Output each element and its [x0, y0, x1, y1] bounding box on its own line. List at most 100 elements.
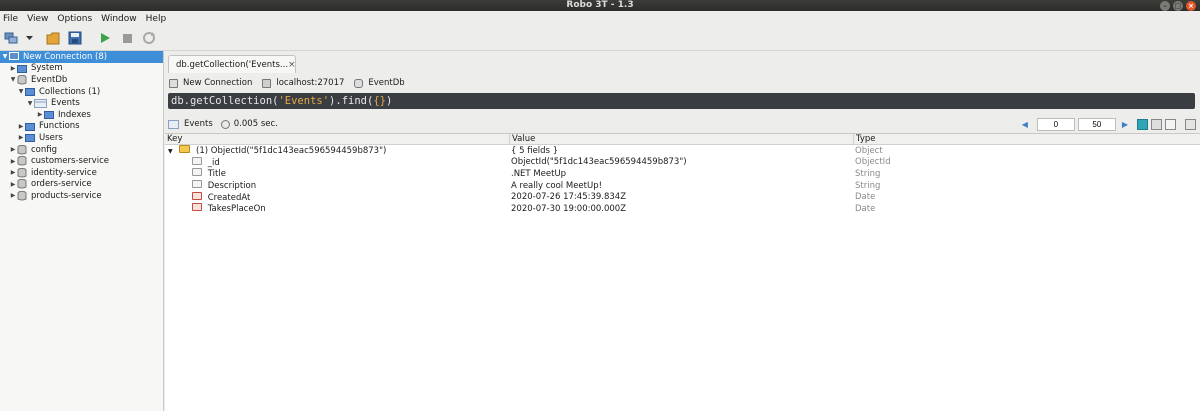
tree-item-events[interactable]: ▼ Events	[0, 97, 163, 109]
row-value: ObjectId("5f1dc143eac596594459b873")	[511, 157, 687, 168]
row-value: .NET MeetUp	[511, 168, 567, 179]
tree-item-eventdb[interactable]: ▼ EventDb	[0, 74, 163, 86]
tree-item-label: products-service	[31, 190, 102, 201]
expand-arrow-icon[interactable]: ▶	[9, 181, 17, 188]
collapse-arrow-icon[interactable]: ▼	[26, 100, 34, 107]
minimize-button[interactable]: –	[1160, 0, 1170, 11]
result-time: 0.005 sec.	[233, 119, 278, 129]
tree-item-label: Functions	[39, 121, 80, 132]
tab-bar: db.getCollection('Events... ×	[165, 51, 1200, 73]
host-info: localhost:27017	[262, 78, 344, 88]
tree-item-customers-service[interactable]: ▶ customers-service	[0, 155, 163, 167]
query-workspace: db.getCollection('Events... × New Connec…	[165, 51, 1200, 411]
result-row[interactable]: Description A really cool MeetUp! String	[165, 180, 1200, 192]
collapse-arrow-icon[interactable]: ▼	[9, 76, 17, 83]
menu-options[interactable]: Options	[57, 14, 92, 24]
row-key: Title	[207, 169, 226, 180]
folder-icon	[25, 133, 35, 143]
rotate-icon[interactable]	[141, 30, 157, 46]
row-value: 2020-07-30 19:00:00.000Z	[511, 203, 627, 214]
folder-icon	[17, 64, 27, 73]
result-row[interactable]: ▼ (1) ObjectId("5f1dc143eac596594459b873…	[165, 145, 1200, 157]
database-icon	[17, 144, 27, 155]
collapse-arrow-icon[interactable]: ▼	[168, 148, 173, 155]
close-tab-icon[interactable]: ×	[288, 60, 296, 70]
database-icon	[17, 179, 27, 189]
query-tab[interactable]: db.getCollection('Events... ×	[168, 55, 296, 73]
page-prev-icon[interactable]: ◀	[1022, 120, 1028, 129]
connection-icon	[169, 78, 178, 88]
expand-arrow-icon[interactable]: ▶	[17, 134, 25, 141]
id-icon	[192, 156, 202, 165]
row-type: Object	[855, 145, 883, 156]
row-value: 2020-07-26 17:45:39.834Z	[511, 192, 627, 203]
tree-item-system[interactable]: ▶ System	[0, 63, 163, 75]
expand-arrow-icon[interactable]: ▶	[9, 146, 17, 153]
toolbar	[0, 26, 1200, 51]
result-row[interactable]: _id ObjectId("5f1dc143eac596594459b873")…	[165, 156, 1200, 169]
menu-window[interactable]: Window	[101, 14, 137, 24]
tree-view-button[interactable]	[1137, 118, 1148, 130]
row-value: A really cool MeetUp!	[511, 180, 603, 191]
connect-icon[interactable]	[3, 30, 19, 46]
tree-item-label: Collections (1)	[39, 86, 101, 97]
expand-arrow-icon[interactable]: ▶	[9, 158, 17, 165]
tree-item-new-connection[interactable]: ▼ New Connection (8)	[0, 51, 163, 63]
tree-item-identity-service[interactable]: ▶ identity-service	[0, 167, 163, 179]
collapse-arrow-icon[interactable]: ▼	[1, 53, 9, 60]
expand-arrow-icon[interactable]: ▶	[9, 65, 17, 72]
collection-icon	[34, 98, 47, 108]
folder-icon	[25, 87, 35, 97]
page-next-icon[interactable]: ▶	[1122, 120, 1128, 129]
row-key: _id	[207, 157, 220, 168]
collapse-arrow-icon[interactable]: ▼	[17, 88, 25, 95]
close-window-button[interactable]: ×	[1186, 0, 1196, 11]
query-prefix: db.getCollection(	[171, 95, 279, 107]
text-view-button[interactable]	[1165, 118, 1176, 130]
column-header-key[interactable]: Key	[165, 134, 510, 144]
expand-arrow-icon[interactable]: ▶	[17, 123, 25, 130]
tree-item-products-service[interactable]: ▶ products-service	[0, 190, 163, 202]
query-collection-arg: 'Events'	[278, 95, 330, 107]
expand-arrow-icon[interactable]: ▶	[36, 111, 44, 118]
tree-item-label: Indexes	[58, 109, 91, 120]
tree-item-indexes[interactable]: ▶ Indexes	[0, 109, 163, 121]
maximize-button[interactable]: □	[1173, 0, 1183, 11]
column-header-value[interactable]: Value	[510, 134, 854, 144]
query-tab-label: db.getCollection('Events...	[176, 59, 289, 70]
tree-item-orders-service[interactable]: ▶ orders-service	[0, 179, 163, 191]
tree-item-label: System	[31, 63, 63, 74]
run-icon[interactable]	[97, 30, 113, 46]
row-key: TakesPlaceOn	[207, 204, 266, 215]
stop-icon[interactable]	[119, 30, 135, 46]
save-icon[interactable]	[67, 30, 83, 46]
menu-file[interactable]: File	[3, 14, 18, 24]
table-view-button[interactable]	[1151, 118, 1162, 130]
tree-item-users[interactable]: ▶ Users	[0, 132, 163, 144]
row-type: String	[855, 180, 881, 191]
column-header-type[interactable]: Type	[854, 134, 1200, 144]
expand-arrow-icon[interactable]: ▶	[9, 192, 17, 199]
folder-icon	[25, 122, 35, 131]
menu-view[interactable]: View	[27, 14, 48, 24]
database-info: EventDb	[354, 78, 405, 88]
limit-input[interactable]	[1077, 117, 1116, 131]
row-value: { 5 fields }	[511, 145, 559, 156]
expand-arrow-icon[interactable]: ▶	[9, 169, 17, 176]
clock-icon	[220, 119, 230, 129]
tree-item-collections[interactable]: ▼ Collections (1)	[0, 86, 163, 98]
tree-item-label: New Connection (8)	[23, 51, 108, 62]
menu-help[interactable]: Help	[146, 14, 167, 24]
query-editor[interactable]: db.getCollection('Events').find({})	[168, 93, 1195, 109]
maximize-result-button[interactable]	[1185, 118, 1196, 130]
skip-input[interactable]	[1036, 117, 1075, 131]
result-row[interactable]: TakesPlaceOn 2020-07-30 19:00:00.000Z Da…	[165, 203, 1200, 215]
tree-item-functions[interactable]: ▶ Functions	[0, 121, 163, 133]
row-key: CreatedAt	[207, 192, 251, 203]
connect-dropdown-icon[interactable]	[25, 30, 33, 46]
result-row[interactable]: CreatedAt 2020-07-26 17:45:39.834Z Date	[165, 191, 1200, 203]
tree-item-config[interactable]: ▶ config	[0, 144, 163, 156]
result-row[interactable]: Title .NET MeetUp String	[165, 168, 1200, 180]
row-type: String	[855, 168, 881, 179]
open-folder-icon[interactable]	[45, 30, 61, 46]
